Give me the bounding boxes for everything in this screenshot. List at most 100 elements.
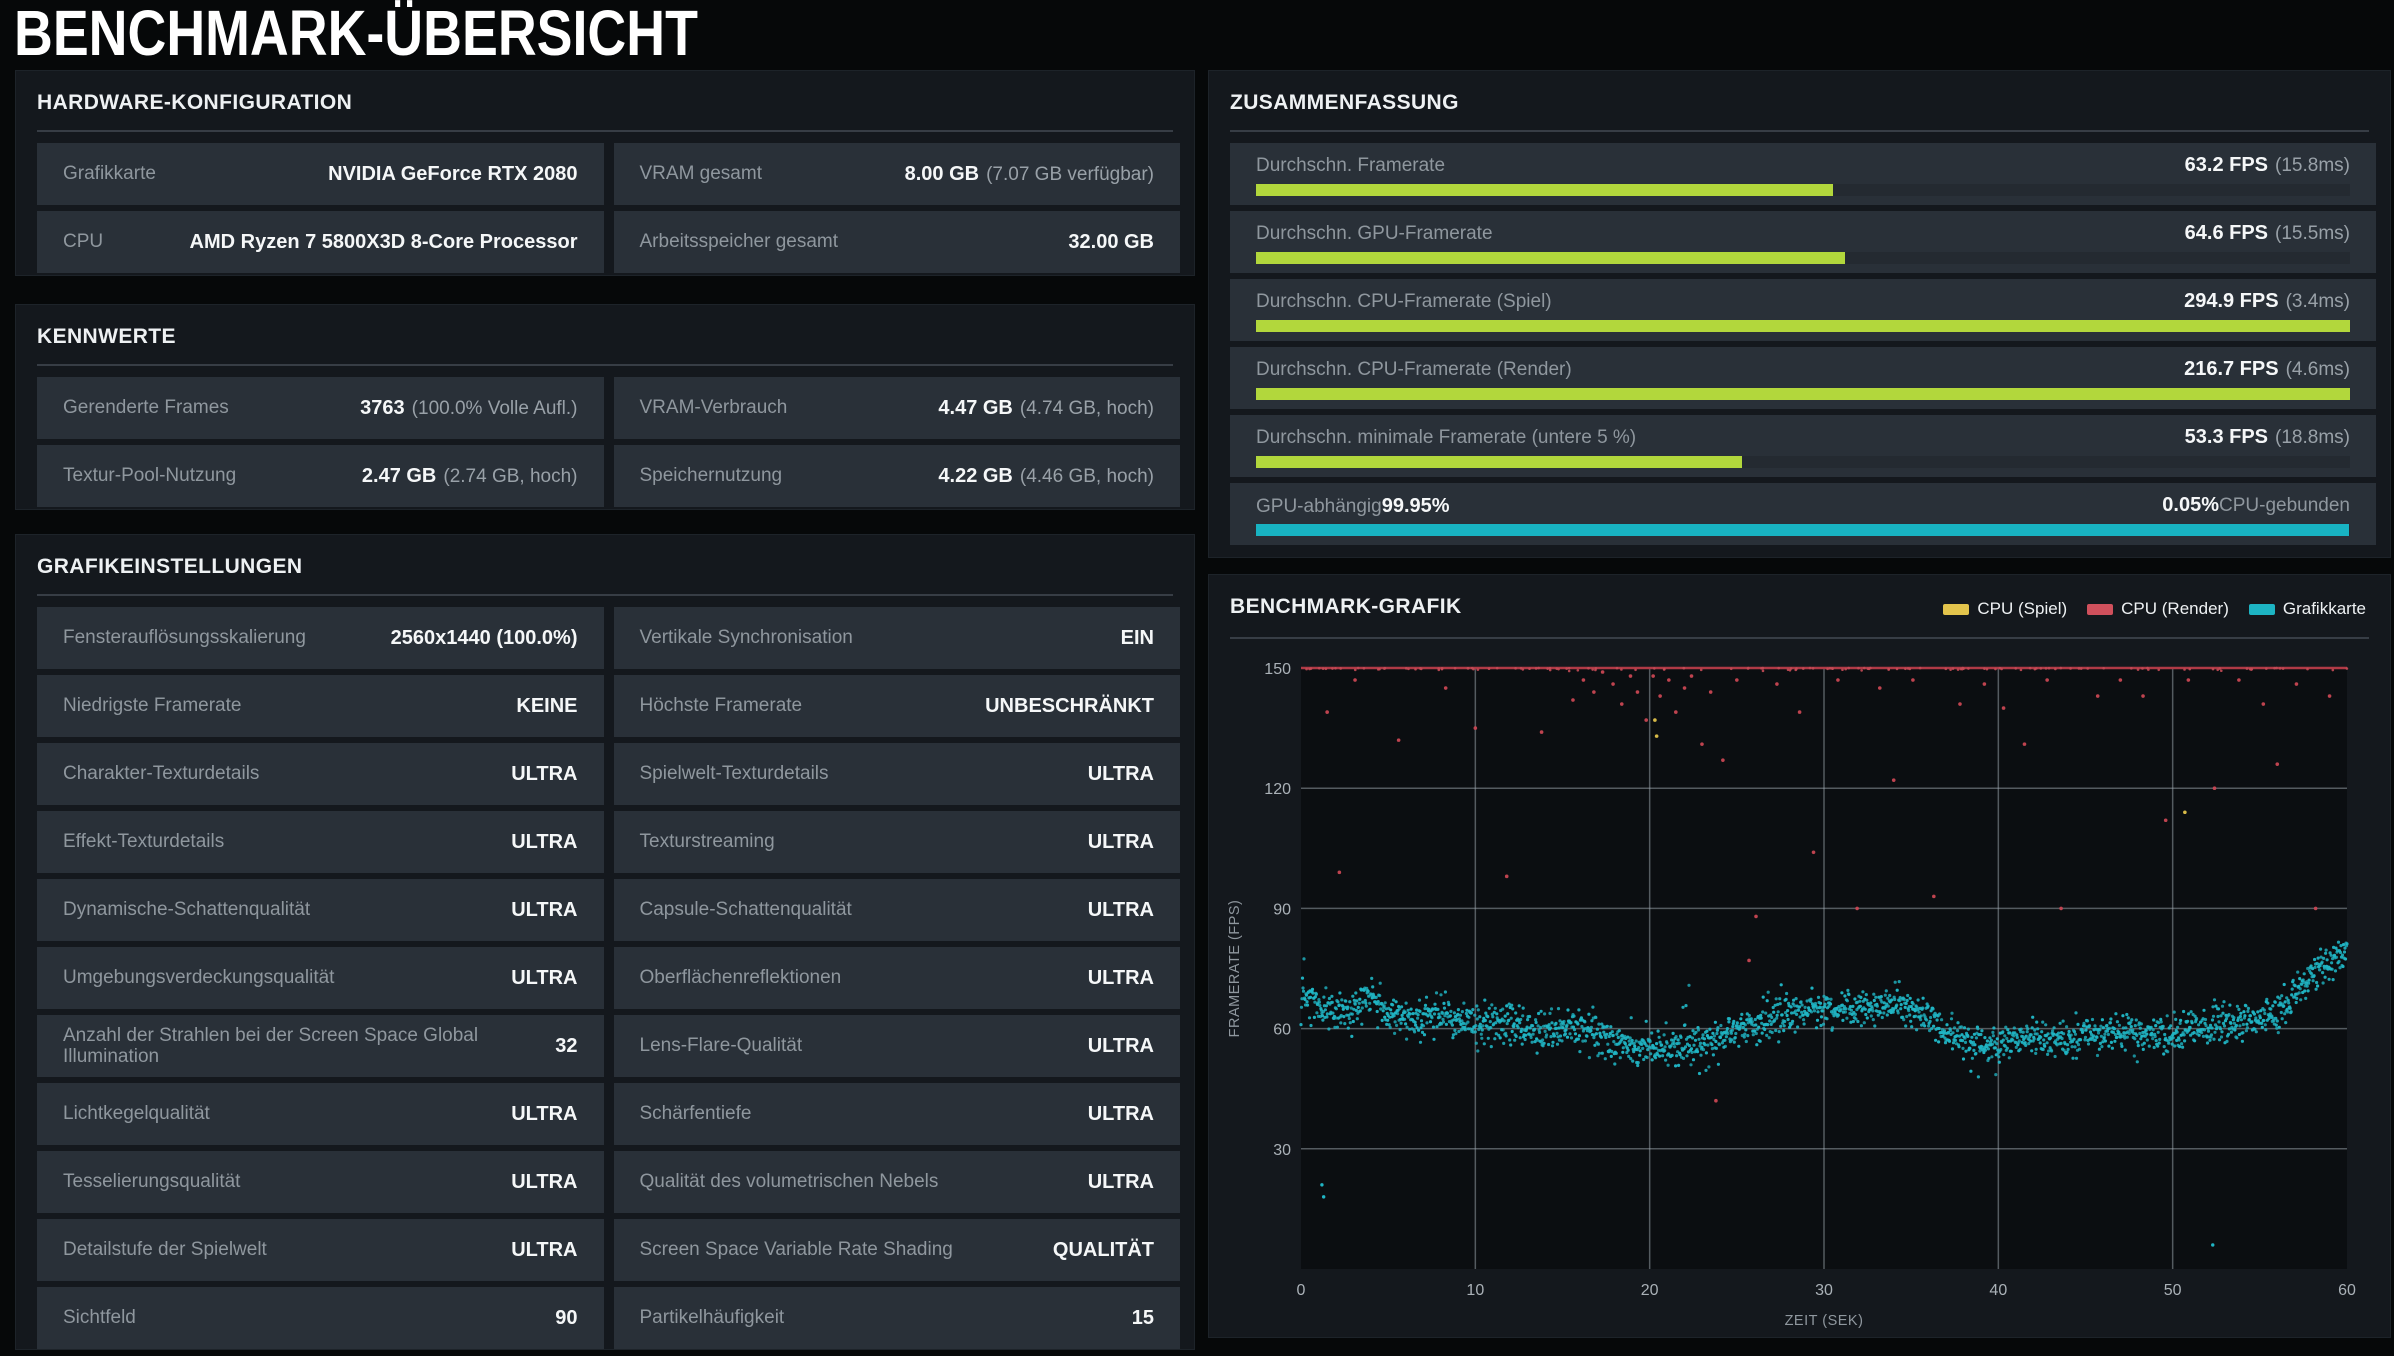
y-tick-label: 30 [1273,1142,1291,1159]
divider [37,594,1173,596]
kennwerte-row: Textur-Pool-Nutzung 2.47 GB (2.74 GB, hoch… [37,445,604,507]
graphics-setting-row: Dynamische-SchattenqualitätULTRA [37,879,604,941]
framerate-bar-track [1256,388,2350,400]
graphics-setting-row: Schärfentiefe ULTRA [614,1083,1181,1145]
graphics-setting-row: Höchste FramerateUNBESCHRÄNKT [614,675,1181,737]
setting-value-wrap: 32 [555,1035,577,1058]
setting-label: Dynamische-Schattenqualität [63,899,310,920]
setting-label: Lichtkegelqualität [63,1103,210,1124]
setting-value: 15 [1132,1307,1154,1329]
cpu-bound-right: 0.05%CPU-gebunden [2162,494,2350,517]
summary-label: Durchschn. GPU-Framerate [1256,223,1493,245]
setting-extra: (100.0% Volle Aufl.) [412,398,578,419]
summary-row: Durchschn. minimale Framerate (untere 5 … [1230,415,2376,477]
setting-value-wrap: ULTRA [1088,763,1154,786]
setting-label: VRAM gesamt [640,163,762,184]
x-tick-label: 50 [2164,1282,2182,1299]
setting-value-wrap: NVIDIA GeForce RTX 2080 [328,163,577,186]
setting-value: ULTRA [1088,899,1154,921]
summary-value: 294.9 FPS [2184,290,2279,312]
setting-value-wrap: ULTRA [511,831,577,854]
setting-value-wrap: ULTRA [1088,899,1154,922]
setting-extra: (4.74 GB, hoch) [1020,398,1154,419]
setting-value: ULTRA [1088,1103,1154,1125]
setting-value-wrap: UNBESCHRÄNKT [985,695,1154,718]
setting-label: Niedrigste Framerate [63,695,241,716]
setting-value-wrap: QUALITÄT [1053,1239,1154,1262]
framerate-bar [1256,388,2350,400]
setting-value-wrap: 32.00 GB [1068,231,1154,254]
divider [37,364,1173,366]
kennwerte-panel: KENNWERTE Gerenderte Frames3763(100.0% V… [15,304,1195,510]
summary-label: Durchschn. CPU-Framerate (Spiel) [1256,291,1552,313]
setting-label: Gerenderte Frames [63,397,229,418]
framerate-bar [1256,456,1742,468]
setting-value: ULTRA [1088,967,1154,989]
benchmark-chart-svg: 3060901201500102030405060ZEIT (SEK)FRAME… [1209,639,2390,1337]
x-tick-label: 0 [1297,1282,1306,1299]
setting-value: 32 [555,1035,577,1057]
summary-label: Durchschn. CPU-Framerate (Render) [1256,359,1572,381]
grafikeinstellungen-panel-title: GRAFIKEINSTELLUNGEN [16,535,1194,579]
x-tick-label: 10 [1466,1282,1484,1299]
framerate-bar [1256,184,1833,196]
legend-label: Grafikkarte [2283,599,2366,619]
divider [1230,637,2369,639]
setting-label: Oberflächenreflektionen [640,967,842,988]
setting-value: EIN [1121,627,1154,649]
setting-label: Qualität des volumetrischen Nebels [640,1171,939,1192]
y-tick-label: 120 [1264,781,1291,798]
framerate-bar [1256,252,1845,264]
legend-item: Grafikkarte [2249,599,2366,619]
graphics-setting-row: UmgebungsverdeckungsqualitätULTRA [37,947,604,1009]
setting-value-wrap: 15 [1132,1307,1154,1330]
summary-value-wrap: 216.7 FPS(4.6ms) [2184,358,2350,381]
setting-label: VRAM-Verbrauch [640,397,788,418]
framerate-bar-track [1256,184,2350,196]
summary-extra: (4.6ms) [2286,359,2350,380]
graphics-setting-row: Oberflächenreflektionen ULTRA [614,947,1181,1009]
setting-label: Lens-Flare-Qualität [640,1035,803,1056]
setting-label: Schärfentiefe [640,1103,752,1124]
summary-row: Durchschn. CPU-Framerate (Render) 216.7 F… [1230,347,2376,409]
setting-label: Effekt-Texturdetails [63,831,224,852]
summary-value-wrap: 64.6 FPS(15.5ms) [2185,222,2350,245]
graphics-setting-row: Fensterauflösungsskalierung2560x1440 (10… [37,607,604,669]
setting-value-wrap: ULTRA [1088,831,1154,854]
chart-header: BENCHMARK-GRAFIK CPU (Spiel)CPU (Render)… [1209,575,2390,637]
summary-extra: (15.8ms) [2275,155,2350,176]
summary-extra: (18.8ms) [2275,427,2350,448]
summary-label: Durchschn. minimale Framerate (untere 5 … [1256,427,1636,449]
setting-value-wrap: ULTRA [1088,967,1154,990]
setting-value-wrap: ULTRA [1088,1103,1154,1126]
summary-value-wrap: 63.2 FPS(15.8ms) [2185,154,2350,177]
setting-value: 3763 [360,397,405,419]
setting-value-wrap: EIN [1121,627,1154,650]
summary-extra: (3.4ms) [2286,291,2350,312]
setting-label: Capsule-Schattenqualität [640,899,852,920]
setting-value: AMD Ryzen 7 5800X3D 8-Core Processor [190,231,578,253]
setting-value: 2.47 GB [362,465,436,487]
kennwerte-row: Gerenderte Frames 3763 (100.0% Volle Aufl.… [37,377,604,439]
setting-extra: (2.74 GB, hoch) [443,466,577,487]
setting-label: Textur-Pool-Nutzung [63,465,236,486]
x-tick-label: 20 [1641,1282,1659,1299]
summary-value: 64.6 FPS [2185,222,2268,244]
legend-item: CPU (Render) [2087,599,2229,619]
grafikeinstellungen-panel: GRAFIKEINSTELLUNGEN Fensterauflösungsska… [15,534,1195,1350]
setting-value-wrap: ULTRA [511,1171,577,1194]
graphics-setting-row: Niedrigste FramerateKEINE [37,675,604,737]
setting-value-wrap: ULTRA [511,763,577,786]
framerate-bar [1256,320,2350,332]
setting-value: UNBESCHRÄNKT [985,695,1154,717]
setting-label: Umgebungsverdeckungsqualität [63,967,334,988]
legend-swatch [1943,604,1969,615]
kennwerte-row: Speichernutzung4.22 GB(4.46 GB, hoch) [614,445,1181,507]
kennwerte-rows: Gerenderte Frames 3763 (100.0% Volle Aufl.… [37,377,1180,507]
setting-label: Sichtfeld [63,1307,136,1328]
y-tick-label: 90 [1273,901,1291,918]
graphics-setting-row: Vertikale SynchronisationEIN [614,607,1181,669]
legend-label: CPU (Spiel) [1977,599,2067,619]
setting-label: Spielwelt-Texturdetails [640,763,829,784]
summary-row: Durchschn. CPU-Framerate (Spiel) 294.9 FP… [1230,279,2376,341]
